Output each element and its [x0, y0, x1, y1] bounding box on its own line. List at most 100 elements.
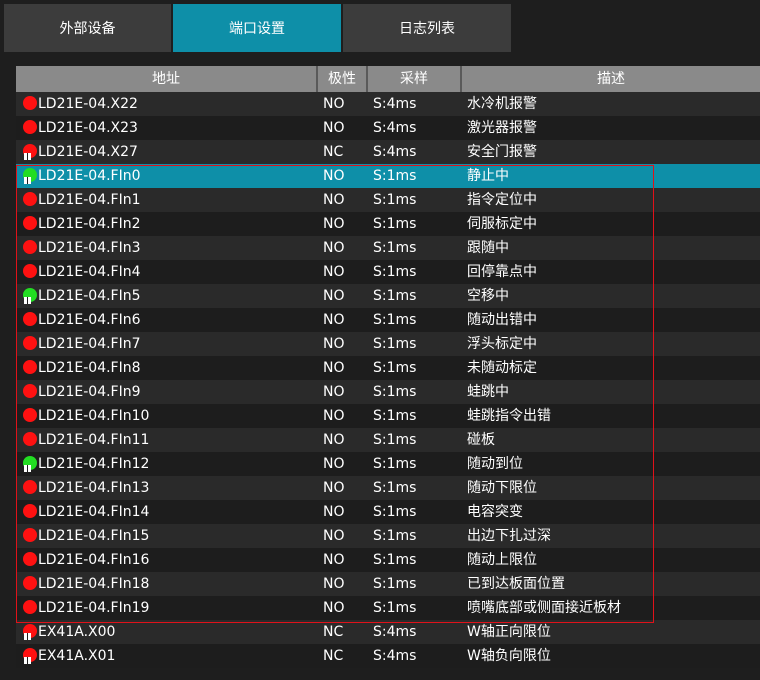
sampling-cell: S:1ms [373, 432, 417, 448]
address-cell: LD21E-04.X22 [38, 96, 138, 112]
polarity-cell: NO [323, 576, 345, 592]
status-led-red-icon [23, 384, 37, 398]
table-row[interactable]: LD21E-04.FIn15 NO S:1ms 出边下扎过深 [16, 524, 760, 548]
polarity-cell: NO [323, 552, 345, 568]
table-row[interactable]: LD21E-04.FIn2 NO S:1ms 伺服标定中 [16, 212, 760, 236]
table-row[interactable]: LD21E-04.FIn1 NO S:1ms 指令定位中 [16, 188, 760, 212]
status-led-red-icon [23, 408, 37, 422]
sampling-cell: S:1ms [373, 336, 417, 352]
description-cell: 随动出错中 [467, 312, 537, 328]
table-row[interactable]: LD21E-04.FIn7 NO S:1ms 浮头标定中 [16, 332, 760, 356]
status-led-red-icon [23, 240, 37, 254]
polarity-cell: NO [323, 360, 345, 376]
polarity-cell: NO [323, 456, 345, 472]
description-cell: 水冷机报警 [467, 96, 537, 112]
status-led-red-icon [23, 576, 37, 590]
address-cell: LD21E-04.FIn8 [38, 360, 141, 376]
column-header-sampling[interactable]: 采样 [366, 66, 460, 92]
tab-external-devices[interactable]: 外部设备 [4, 4, 171, 52]
table-row[interactable]: LD21E-04.FIn0 NO S:1ms 静止中 [16, 164, 760, 188]
table-body: LD21E-04.X22 NO S:4ms 水冷机报警 LD21E-04.X23 NO S:… [16, 92, 760, 668]
address-cell: LD21E-04.FIn3 [38, 240, 141, 256]
address-cell: LD21E-04.FIn4 [38, 264, 141, 280]
pin-marker-icon [24, 633, 31, 640]
status-led-red-icon [23, 336, 37, 350]
address-cell: LD21E-04.FIn16 [38, 552, 150, 568]
pin-marker-icon [24, 297, 31, 304]
description-cell: 碰板 [467, 432, 495, 448]
status-led-red-icon [23, 504, 37, 518]
polarity-cell: NO [323, 168, 345, 184]
table-row[interactable]: LD21E-04.FIn4 NO S:1ms 回停靠点中 [16, 260, 760, 284]
table-row[interactable]: LD21E-04.X23 NO S:4ms 激光器报警 [16, 116, 760, 140]
table-row[interactable]: LD21E-04.FIn11 NO S:1ms 碰板 [16, 428, 760, 452]
table-row[interactable]: LD21E-04.FIn19 NO S:1ms 喷嘴底部或侧面接近板材 [16, 596, 760, 620]
sampling-cell: S:1ms [373, 288, 417, 304]
address-cell: LD21E-04.FIn13 [38, 480, 150, 496]
sampling-cell: S:4ms [373, 624, 417, 640]
address-cell: LD21E-04.FIn15 [38, 528, 150, 544]
column-header-polarity[interactable]: 极性 [316, 66, 366, 92]
table-row[interactable]: LD21E-04.X27 NC S:4ms 安全门报警 [16, 140, 760, 164]
address-cell: LD21E-04.FIn10 [38, 408, 150, 424]
polarity-cell: NO [323, 264, 345, 280]
polarity-cell: NO [323, 240, 345, 256]
polarity-cell: NO [323, 336, 345, 352]
sampling-cell: S:1ms [373, 216, 417, 232]
tab-port-settings[interactable]: 端口设置 [173, 4, 341, 52]
address-cell: LD21E-04.FIn19 [38, 600, 150, 616]
tab-log-list[interactable]: 日志列表 [343, 4, 511, 52]
status-led-red-icon [23, 600, 37, 614]
address-cell: LD21E-04.FIn12 [38, 456, 150, 472]
address-cell: LD21E-04.FIn11 [38, 432, 150, 448]
description-cell: 回停靠点中 [467, 264, 537, 280]
column-header-address[interactable]: 地址 [16, 66, 316, 92]
polarity-cell: NC [323, 648, 344, 664]
sampling-cell: S:1ms [373, 240, 417, 256]
polarity-cell: NO [323, 504, 345, 520]
table-row[interactable]: LD21E-04.FIn5 NO S:1ms 空移中 [16, 284, 760, 308]
description-cell: 未随动标定 [467, 360, 537, 376]
table-row[interactable]: LD21E-04.FIn13 NO S:1ms 随动下限位 [16, 476, 760, 500]
table-row[interactable]: LD21E-04.FIn14 NO S:1ms 电容突变 [16, 500, 760, 524]
sampling-cell: S:1ms [373, 408, 417, 424]
table-row[interactable]: LD21E-04.FIn18 NO S:1ms 已到达板面位置 [16, 572, 760, 596]
polarity-cell: NO [323, 288, 345, 304]
table-row[interactable]: LD21E-04.FIn3 NO S:1ms 跟随中 [16, 236, 760, 260]
polarity-cell: NO [323, 528, 345, 544]
status-led-red-icon [23, 360, 37, 374]
table-row[interactable]: LD21E-04.FIn8 NO S:1ms 未随动标定 [16, 356, 760, 380]
status-led-red-icon [23, 480, 37, 494]
table-row[interactable]: EX41A.X01 NC S:4ms W轴负向限位 [16, 644, 760, 668]
pin-marker-icon [24, 153, 31, 160]
address-cell: LD21E-04.FIn1 [38, 192, 141, 208]
table-row[interactable]: LD21E-04.FIn9 NO S:1ms 蛙跳中 [16, 380, 760, 404]
table-row[interactable]: LD21E-04.FIn16 NO S:1ms 随动上限位 [16, 548, 760, 572]
address-cell: LD21E-04.X23 [38, 120, 138, 136]
column-header-description[interactable]: 描述 [460, 66, 760, 92]
table-row[interactable]: LD21E-04.FIn12 NO S:1ms 随动到位 [16, 452, 760, 476]
description-cell: 跟随中 [467, 240, 509, 256]
status-led-red-icon [23, 264, 37, 278]
sampling-cell: S:1ms [373, 360, 417, 376]
sampling-cell: S:1ms [373, 576, 417, 592]
sampling-cell: S:1ms [373, 168, 417, 184]
table-row[interactable]: LD21E-04.X22 NO S:4ms 水冷机报警 [16, 92, 760, 116]
status-led-red-icon [23, 552, 37, 566]
table-row[interactable]: LD21E-04.FIn6 NO S:1ms 随动出错中 [16, 308, 760, 332]
address-cell: LD21E-04.X27 [38, 144, 138, 160]
status-led-red-icon [23, 432, 37, 446]
sampling-cell: S:1ms [373, 528, 417, 544]
description-cell: 喷嘴底部或侧面接近板材 [467, 600, 621, 616]
status-led-red-icon [23, 120, 37, 134]
description-cell: 随动下限位 [467, 480, 537, 496]
polarity-cell: NO [323, 480, 345, 496]
description-cell: 安全门报警 [467, 144, 537, 160]
polarity-cell: NO [323, 216, 345, 232]
port-table: 地址 极性 采样 描述 LD21E-04.X22 NO S:4ms 水冷机报警 LD21… [16, 66, 760, 668]
polarity-cell: NO [323, 192, 345, 208]
polarity-cell: NO [323, 384, 345, 400]
table-row[interactable]: LD21E-04.FIn10 NO S:1ms 蛙跳指令出错 [16, 404, 760, 428]
description-cell: 蛙跳中 [467, 384, 509, 400]
table-row[interactable]: EX41A.X00 NC S:4ms W轴正向限位 [16, 620, 760, 644]
